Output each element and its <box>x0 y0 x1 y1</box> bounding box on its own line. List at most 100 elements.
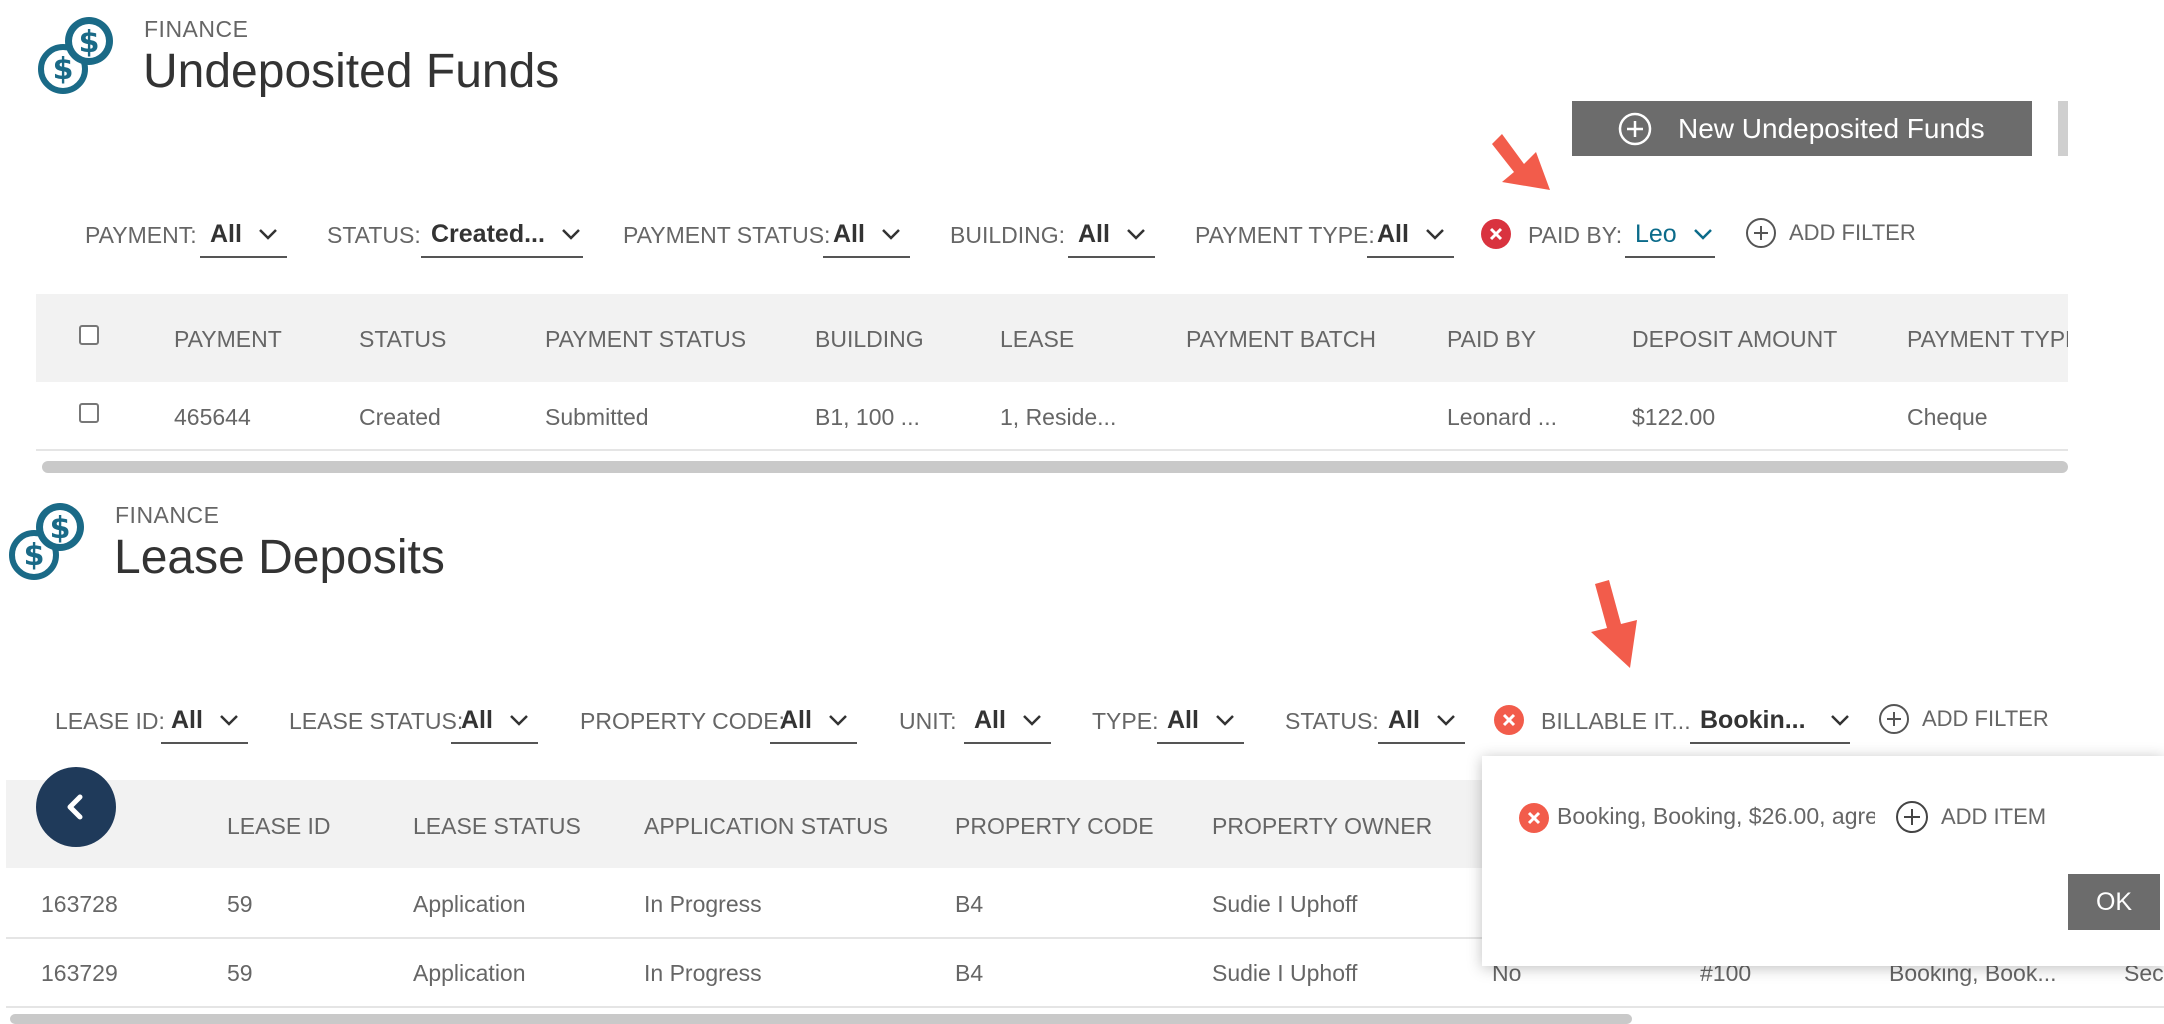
cell-lease-id: 59 <box>227 891 253 917</box>
chevron-down-icon <box>562 229 580 240</box>
remove-filter-paid-by-icon[interactable] <box>1481 219 1511 249</box>
filter-status-select[interactable]: All <box>1378 698 1465 744</box>
filter-payment-status-select[interactable]: All <box>823 212 910 258</box>
module-label: FINANCE <box>144 16 249 42</box>
cell-id[interactable]: 163728 <box>41 891 118 918</box>
filter-property-code-label: PROPERTY CODE: <box>580 708 785 734</box>
add-filter-button[interactable]: ADD FILTER <box>1745 217 1916 249</box>
filter-payment-type-value: All <box>1377 219 1409 248</box>
filter-status-value: Created... <box>431 219 545 248</box>
chevron-down-icon <box>1693 229 1712 240</box>
filter-unit-select[interactable]: All <box>964 698 1051 744</box>
svg-text:$: $ <box>24 538 45 573</box>
finance-logo-icon: $ $ <box>9 503 84 580</box>
column-header[interactable]: PROPERTY CODE <box>955 813 1154 840</box>
annotation-arrow-icon <box>1492 134 1550 190</box>
filter-status-label: STATUS: <box>1285 708 1379 734</box>
filter-payment-type-select[interactable]: All <box>1367 212 1454 258</box>
chevron-down-icon <box>259 229 277 240</box>
filter-lease-id-label: LEASE ID: <box>55 708 165 734</box>
filter-type-label: TYPE: <box>1092 708 1159 734</box>
filter-lease-id-select[interactable]: All <box>161 698 248 744</box>
filter-lease-id-value: All <box>171 705 203 734</box>
new-undeposited-funds-button[interactable]: New Undeposited Funds <box>1572 101 2032 156</box>
add-filter-label: ADD FILTER <box>1922 706 2049 731</box>
column-header[interactable]: LEASE STATUS <box>413 813 581 840</box>
column-header[interactable]: PAYMENT TYPE <box>1907 326 2068 352</box>
select-all-checkbox[interactable] <box>79 325 99 345</box>
column-header[interactable]: PAID BY <box>1447 326 1536 353</box>
filter-billable-items-label: BILLABLE IT... <box>1541 708 1691 734</box>
column-header[interactable]: PROPERTY OWNER <box>1212 813 1432 840</box>
row-checkbox[interactable] <box>79 403 99 423</box>
add-item-button[interactable]: ADD ITEM <box>1895 800 2046 834</box>
filter-property-code-select[interactable]: All <box>770 698 857 744</box>
horizontal-scrollbar[interactable] <box>42 461 2068 473</box>
remove-item-icon[interactable] <box>1519 803 1549 833</box>
module-label: FINANCE <box>115 502 220 528</box>
filter-type-select[interactable]: All <box>1157 698 1244 744</box>
back-button[interactable] <box>36 767 116 847</box>
chevron-down-icon <box>510 715 528 726</box>
filter-lease-status-value: All <box>461 705 493 734</box>
chevron-left-icon <box>67 794 83 820</box>
column-header[interactable]: PAYMENT <box>174 326 282 353</box>
cell-payment-status: Submitted <box>545 404 649 430</box>
selected-item-clip: Booking, Booking, $26.00, agre <box>1557 803 1875 835</box>
column-header[interactable]: LEASE ID <box>227 813 331 840</box>
filter-building-select[interactable]: All <box>1068 212 1155 258</box>
filter-payment-type-label: PAYMENT TYPE: <box>1195 222 1375 248</box>
page-title: Undeposited Funds <box>143 45 560 98</box>
filter-billable-items-select[interactable]: Bookin... <box>1690 698 1850 744</box>
cell-payment[interactable]: 465644 <box>174 404 251 431</box>
svg-text:$: $ <box>79 25 100 60</box>
column-header[interactable]: PAYMENT STATUS <box>545 326 746 353</box>
cell-deposit-amount: $122.00 <box>1632 404 1716 430</box>
chevron-down-icon <box>829 715 847 726</box>
cell-property-owner: Sudie I Uphoff <box>1212 891 1358 917</box>
filter-paid-by-value: Leo <box>1635 219 1677 248</box>
filter-payment-status-value: All <box>833 219 865 248</box>
filter-paid-by-select[interactable]: Leo <box>1625 212 1715 258</box>
column-header[interactable]: DEPOSIT AMOUNT <box>1632 326 1837 353</box>
cell-id[interactable]: 163729 <box>41 960 118 987</box>
ok-button[interactable]: OK <box>2068 874 2160 930</box>
filter-lease-status-select[interactable]: All <box>451 698 538 744</box>
add-filter-button[interactable]: ADD FILTER <box>1878 703 2049 735</box>
row-divider <box>36 449 2068 451</box>
filter-lease-status-label: LEASE STATUS: <box>289 708 464 734</box>
column-header[interactable]: STATUS <box>359 326 446 353</box>
filter-status-select[interactable]: Created... <box>421 212 583 258</box>
plus-circle-icon <box>1618 112 1652 145</box>
filter-status-value: All <box>1388 705 1420 734</box>
column-header[interactable]: BUILDING <box>815 326 924 353</box>
column-header[interactable]: PAYMENT BATCH <box>1186 326 1376 353</box>
chevron-down-icon <box>1023 715 1041 726</box>
cell-application-status: In Progress <box>644 891 762 917</box>
remove-filter-billable-items-icon[interactable] <box>1494 705 1524 735</box>
ok-button-label: OK <box>2095 887 2133 916</box>
chevron-down-icon <box>882 229 900 240</box>
chevron-down-icon <box>1127 229 1145 240</box>
filter-payment-select[interactable]: All <box>200 212 287 258</box>
filter-building-value: All <box>1078 219 1110 248</box>
selected-item-text: Booking, Booking, $26.00, agre <box>1557 803 1875 829</box>
svg-text:$: $ <box>53 52 74 87</box>
filter-unit-label: UNIT: <box>899 708 957 734</box>
cell-application-status: In Progress <box>644 960 762 986</box>
cell-lease-id: 59 <box>227 960 253 986</box>
horizontal-scrollbar[interactable] <box>10 1014 1632 1024</box>
cell-payment-type: Cheque <box>1907 404 1988 430</box>
plus-circle-icon <box>1746 218 1776 248</box>
chevron-down-icon <box>1216 715 1234 726</box>
chevron-down-icon <box>1830 715 1849 726</box>
filter-billable-items-value: Bookin... <box>1700 705 1806 734</box>
column-header[interactable]: APPLICATION STATUS <box>644 813 888 840</box>
cell-building: B1, 100 ... <box>815 404 920 430</box>
row-divider <box>6 1006 2164 1008</box>
cell-lease-status: Application <box>413 891 526 917</box>
svg-text:$: $ <box>50 511 71 546</box>
annotation-arrow-icon <box>1591 580 1637 668</box>
column-header[interactable]: LEASE <box>1000 326 1074 353</box>
filter-unit-value: All <box>974 705 1006 734</box>
